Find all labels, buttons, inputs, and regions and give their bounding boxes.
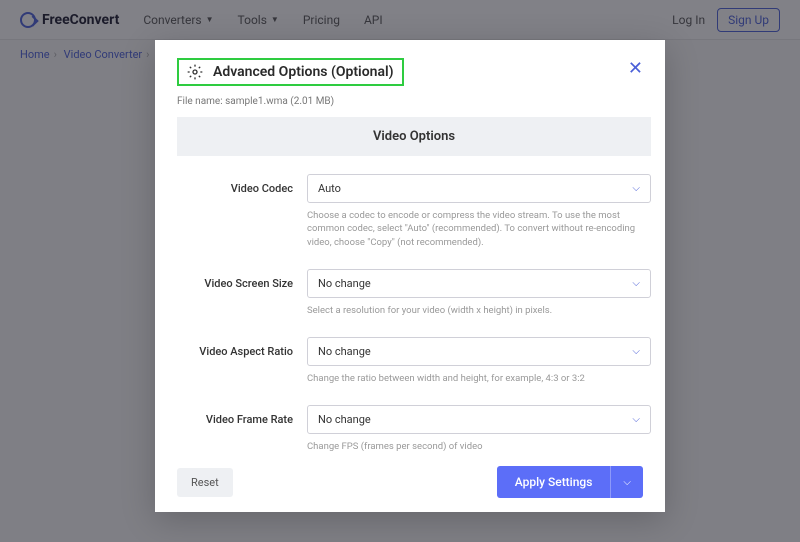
close-icon[interactable]: ✕ [628, 58, 643, 79]
file-name-value: sample1.wma (2.01 MB) [225, 96, 334, 107]
chevron-down-icon: ⌵ [632, 346, 640, 357]
field-label: Video Aspect Ratio [177, 337, 293, 358]
chevron-down-icon: ⌵ [632, 183, 640, 194]
help-text: Change FPS (frames per second) of video [307, 440, 651, 451]
field-label: Video Codec [177, 174, 293, 195]
modal-title: Advanced Options (Optional) [213, 64, 394, 80]
section-header: Video Options [177, 117, 651, 156]
help-text: Choose a codec to encode or compress the… [307, 209, 651, 249]
select-frame-rate[interactable]: No change⌵ [307, 405, 651, 434]
modal-title-highlight: Advanced Options (Optional) [177, 58, 404, 86]
chevron-down-icon: ⌵ [632, 278, 640, 289]
apply-dropdown-button[interactable]: ⌵ [610, 466, 643, 498]
field-label: Video Screen Size [177, 269, 293, 290]
modal-footer: Reset Apply Settings ⌵ [155, 451, 665, 512]
chevron-down-icon: ⌵ [623, 477, 631, 488]
apply-button-group: Apply Settings ⌵ [497, 466, 643, 498]
gear-icon [187, 64, 203, 80]
field-screen-size: Video Screen Size No change⌵ Select a re… [177, 269, 651, 331]
select-aspect-ratio[interactable]: No change⌵ [307, 337, 651, 366]
field-aspect-ratio: Video Aspect Ratio No change⌵ Change the… [177, 337, 651, 399]
file-name-row: File name: sample1.wma (2.01 MB) [155, 96, 665, 117]
field-video-codec: Video Codec Auto⌵ Choose a codec to enco… [177, 174, 651, 263]
modal-body[interactable]: Video Options Video Codec Auto⌵ Choose a… [155, 117, 665, 451]
modal-header: Advanced Options (Optional) ✕ [155, 40, 665, 96]
field-frame-rate: Video Frame Rate No change⌵ Change FPS (… [177, 405, 651, 451]
select-screen-size[interactable]: No change⌵ [307, 269, 651, 298]
help-text: Change the ratio between width and heigh… [307, 372, 651, 385]
field-label: Video Frame Rate [177, 405, 293, 426]
help-text: Select a resolution for your video (widt… [307, 304, 651, 317]
select-video-codec[interactable]: Auto⌵ [307, 174, 651, 203]
reset-button[interactable]: Reset [177, 468, 233, 497]
advanced-options-modal: Advanced Options (Optional) ✕ File name:… [155, 40, 665, 512]
apply-settings-button[interactable]: Apply Settings [497, 466, 611, 498]
chevron-down-icon: ⌵ [632, 414, 640, 425]
